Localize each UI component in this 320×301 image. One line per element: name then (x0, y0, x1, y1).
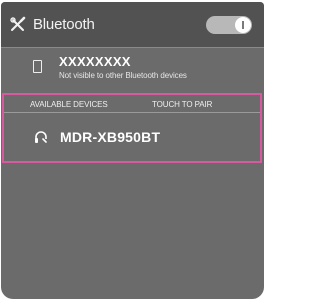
toggle-on-mark (242, 21, 244, 29)
phone-frame: Bluetooth XXXXXXXX Not visible to other … (0, 0, 265, 301)
section-hint: TOUCH TO PAIR (152, 100, 213, 109)
available-devices-section: AVAILABLE DEVICES TOUCH TO PAIR MDR-XB95… (2, 93, 262, 163)
device-row-mdr-xb950bt[interactable]: MDR-XB950BT (4, 114, 260, 161)
page-title: Bluetooth (33, 16, 95, 33)
section-header: AVAILABLE DEVICES TOUCH TO PAIR (4, 95, 260, 112)
settings-back-icon[interactable] (9, 16, 27, 34)
headphones-icon (35, 131, 47, 143)
this-device-name: XXXXXXXX (59, 54, 131, 69)
title-bar: Bluetooth (1, 2, 264, 47)
device-name: MDR-XB950BT (60, 129, 161, 145)
visibility-status: Not visible to other Bluetooth devices (59, 71, 187, 80)
toggle-knob (235, 17, 251, 33)
this-device-row[interactable]: XXXXXXXX Not visible to other Bluetooth … (1, 48, 264, 90)
bluetooth-toggle[interactable] (206, 16, 252, 34)
section-title: AVAILABLE DEVICES (30, 100, 108, 109)
bluetooth-settings-screen: Bluetooth XXXXXXXX Not visible to other … (1, 2, 264, 299)
section-divider (4, 112, 260, 113)
phone-icon (33, 60, 42, 73)
